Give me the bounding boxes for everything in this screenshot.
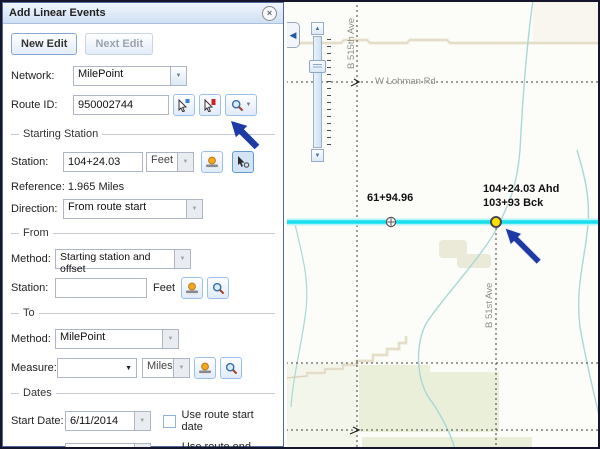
search-icon	[225, 362, 238, 375]
chevron-down-icon[interactable]: ▼	[173, 358, 190, 378]
pick-station-on-map-button[interactable]	[232, 151, 254, 173]
to-method-label: Method:	[11, 333, 55, 345]
measure-units-value[interactable]: Miles	[142, 358, 174, 378]
cursor-pick-icon	[236, 155, 250, 169]
measure-search-button[interactable]	[220, 357, 242, 379]
application-window: Add Linear Events × New Edit Next Edit N…	[0, 0, 600, 449]
reference-text: Reference: 1.965 Miles	[11, 181, 275, 193]
road-name-label: W Lohman Rd	[375, 76, 436, 87]
select-route-on-map-button[interactable]	[173, 94, 195, 116]
from-search-button[interactable]	[207, 277, 229, 299]
to-method-value[interactable]: MilePoint	[55, 329, 163, 349]
chevron-down-icon[interactable]: ▼	[174, 249, 191, 269]
chevron-down-icon[interactable]: ▼	[177, 152, 194, 172]
zoom-out-button[interactable]: ▼	[311, 149, 324, 162]
field-polygon	[362, 437, 532, 447]
route-search-menu-button[interactable]: ▼	[225, 94, 257, 116]
from-station-label: Station:	[11, 282, 55, 294]
station-measure-label: 61+94.96	[367, 192, 413, 204]
measure-label: Measure:	[11, 362, 57, 374]
direction-value[interactable]: From route start	[63, 199, 187, 219]
collapse-left-icon: ◀	[290, 30, 297, 41]
zoom-slider-ticks	[327, 39, 331, 147]
chevron-down-icon[interactable]: ▼	[186, 199, 203, 219]
to-legend: To	[19, 307, 39, 319]
start-date-input[interactable]	[65, 411, 135, 431]
measure-locate-button[interactable]	[194, 357, 216, 379]
map-graphics	[287, 2, 600, 447]
arrow-up-icon: ▲	[315, 26, 321, 32]
clear-route-selection-button[interactable]	[199, 94, 221, 116]
field-patch	[533, 2, 600, 44]
chevron-down-icon: ▼	[125, 365, 132, 372]
collapse-panel-button[interactable]: ◀	[287, 22, 300, 48]
network-label: Network:	[11, 70, 73, 82]
close-icon[interactable]: ×	[262, 6, 277, 21]
from-units-text: Feet	[153, 282, 175, 294]
zoom-slider-thumb[interactable]	[309, 60, 326, 73]
station-tool-icon	[205, 155, 219, 169]
from-station-input[interactable]	[55, 278, 147, 298]
annotation-arrow-map	[505, 228, 541, 264]
station-measure-label-ahead: 104+24.03 Ahd	[483, 183, 559, 195]
end-date-input[interactable]	[65, 443, 135, 449]
from-legend: From	[19, 227, 53, 239]
from-method-value[interactable]: Starting station and offset	[55, 249, 175, 269]
new-edit-button[interactable]: New Edit	[11, 33, 77, 55]
use-route-end-date-label: Use route end date	[182, 441, 275, 449]
start-date-label: Start Date:	[11, 415, 65, 427]
station-marker-selected[interactable]	[491, 217, 501, 227]
road-name-label-vertical: B 51st Ave	[484, 260, 495, 328]
use-route-start-date-label: Use route start date	[182, 409, 275, 433]
station-tool-icon	[185, 281, 199, 295]
add-linear-events-panel: Add Linear Events × New Edit Next Edit N…	[2, 2, 284, 447]
arrow-down-icon: ▼	[315, 153, 321, 159]
road-name-label-vertical: B 515th Ave	[346, 5, 357, 69]
station-label: Station:	[11, 156, 63, 168]
station-marker-start[interactable]	[386, 217, 395, 226]
from-method-label: Method:	[11, 253, 55, 265]
station-units-value[interactable]: Feet	[146, 152, 178, 172]
chevron-down-icon[interactable]: ▼	[134, 443, 151, 449]
stream	[577, 150, 600, 420]
direction-label: Direction:	[11, 203, 63, 215]
network-value[interactable]: MilePoint	[73, 66, 171, 86]
station-input[interactable]	[63, 152, 143, 172]
from-locate-button[interactable]	[181, 277, 203, 299]
panel-header: Add Linear Events ×	[3, 3, 283, 24]
dates-legend: Dates	[19, 387, 56, 399]
map-canvas[interactable]: 61+94.96 104+24.03 Ahd 103+93 Bck W Lohm…	[287, 2, 600, 447]
starting-station-legend: Starting Station	[19, 128, 102, 140]
route-id-input[interactable]	[73, 95, 169, 115]
chevron-down-icon[interactable]: ▼	[170, 66, 187, 86]
next-edit-button[interactable]: Next Edit	[85, 33, 153, 55]
route-id-label: Route ID:	[11, 99, 73, 111]
measure-combo[interactable]: ▼	[57, 358, 137, 378]
cursor-clear-icon	[203, 98, 217, 112]
chevron-down-icon[interactable]: ▼	[162, 329, 179, 349]
zoom-in-button[interactable]: ▲	[311, 22, 324, 35]
station-locate-button[interactable]	[201, 151, 223, 173]
search-icon	[231, 99, 244, 112]
chevron-down-icon: ▼	[246, 102, 252, 108]
search-icon	[212, 282, 225, 295]
cursor-select-icon	[177, 98, 191, 112]
chevron-down-icon[interactable]: ▼	[134, 411, 151, 431]
station-tool-icon	[198, 361, 212, 375]
zoom-slider-track[interactable]	[313, 36, 322, 148]
station-measure-label-back: 103+93 Bck	[483, 197, 543, 209]
use-route-start-date-checkbox[interactable]: ✓	[163, 415, 176, 428]
panel-title: Add Linear Events	[9, 7, 262, 19]
